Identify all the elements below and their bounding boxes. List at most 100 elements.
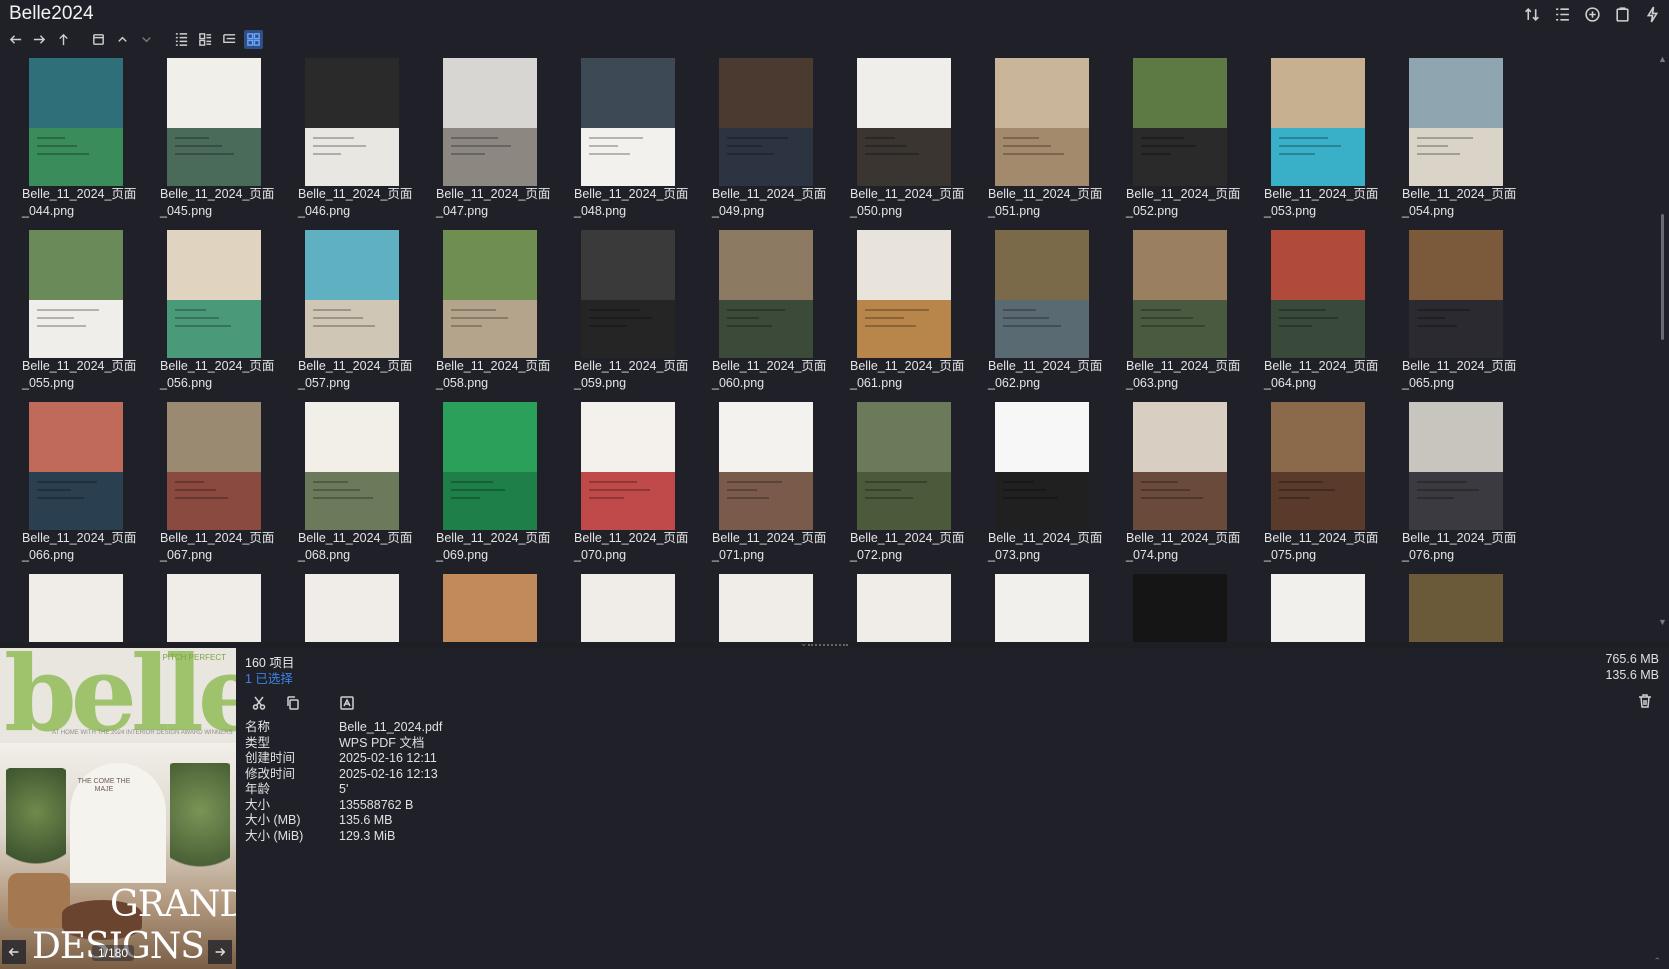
file-thumbnail [305,58,399,186]
file-tile[interactable]: Belle_11_2024_页面 _048.png [564,54,702,226]
file-tile[interactable]: Belle_11_2024_页面 _058.png [426,226,564,398]
file-tile[interactable] [564,570,702,642]
view-details-icon[interactable] [196,30,215,49]
file-tile[interactable]: Belle_11_2024_页面 _068.png [288,398,426,570]
up-arrow-icon[interactable] [54,30,73,49]
splitter-grip[interactable] [808,644,848,646]
file-tile[interactable]: Belle_11_2024_页面 _047.png [426,54,564,226]
file-tile[interactable]: Belle_11_2024_页面 _049.png [702,54,840,226]
rename-icon[interactable] [337,693,357,713]
file-tile[interactable]: Belle_11_2024_页面 _067.png [150,398,288,570]
view-tree-icon[interactable] [220,30,239,49]
back-arrow-icon[interactable] [6,30,25,49]
file-tile[interactable]: Belle_11_2024_页面 _066.png [12,398,150,570]
file-tile[interactable]: Belle_11_2024_页面 _062.png [978,226,1116,398]
file-tile[interactable] [1116,570,1254,642]
cover-chair [8,873,70,928]
view-list-icon[interactable] [172,30,191,49]
file-thumbnail [995,230,1089,358]
file-thumbnail [1133,402,1227,530]
file-tile[interactable] [1254,570,1392,642]
file-tile[interactable] [1392,570,1530,642]
file-thumbnail [857,58,951,186]
file-tile[interactable] [288,570,426,642]
preview-prev-button[interactable] [2,940,26,964]
vertical-scrollbar[interactable]: ▲ ▼ [1657,52,1669,642]
cover-plant-right [170,763,230,883]
file-name: Belle_11_2024_页面 _056.png [160,359,275,390]
file-thumbnail [443,58,537,186]
file-tile[interactable]: Belle_11_2024_页面 _072.png [840,398,978,570]
file-thumbnail [857,230,951,358]
file-tile[interactable] [978,570,1116,642]
chevron-up-icon[interactable] [113,30,132,49]
cut-icon[interactable] [249,693,269,713]
property-key: 修改时间 [245,766,296,781]
file-tile[interactable]: Belle_11_2024_页面 _063.png [1116,226,1254,398]
scrollbar-thumb[interactable] [1661,214,1664,340]
file-thumbnail [719,58,813,186]
selected-count[interactable]: 1 已选择 [245,668,293,687]
scroll-down-icon[interactable]: ▼ [1658,617,1667,627]
file-tile[interactable]: Belle_11_2024_页面 _065.png [1392,226,1530,398]
file-tile[interactable]: Belle_11_2024_页面 _055.png [12,226,150,398]
file-name: Belle_11_2024_页面 _068.png [298,531,413,562]
file-thumbnail [443,574,537,642]
file-tile[interactable]: Belle_11_2024_页面 _074.png [1116,398,1254,570]
file-name: Belle_11_2024_页面 _045.png [160,187,275,218]
file-thumbnail [167,402,261,530]
forward-arrow-icon[interactable] [30,30,49,49]
file-tile[interactable]: Belle_11_2024_页面 _069.png [426,398,564,570]
file-tile[interactable]: Belle_11_2024_页面 _050.png [840,54,978,226]
file-grid-area[interactable]: Belle_11_2024_页面 _044.png Belle_11_2024_页… [0,52,1658,642]
scroll-up-icon[interactable]: ▲ [1658,54,1667,64]
file-tile[interactable] [426,570,564,642]
file-tile[interactable]: Belle_11_2024_页面 _076.png [1392,398,1530,570]
file-thumbnail [167,574,261,642]
copy-icon[interactable] [283,693,303,713]
file-name: Belle_11_2024_页面 _046.png [298,187,413,218]
chevron-down-icon[interactable] [137,30,156,49]
file-tile[interactable]: Belle_11_2024_页面 _053.png [1254,54,1392,226]
file-tile[interactable]: Belle_11_2024_页面 _054.png [1392,54,1530,226]
file-tile[interactable] [702,570,840,642]
clipboard-icon[interactable] [1613,5,1631,23]
file-tile[interactable]: Belle_11_2024_页面 _070.png [564,398,702,570]
folder-history-icon[interactable] [89,30,108,49]
file-thumbnail [995,574,1089,642]
file-thumbnail [1409,58,1503,186]
file-tile[interactable]: Belle_11_2024_页面 _071.png [702,398,840,570]
file-tile[interactable] [150,570,288,642]
file-tile[interactable] [840,570,978,642]
view-grid-icon[interactable] [244,29,263,49]
file-tile[interactable]: Belle_11_2024_页面 _061.png [840,226,978,398]
file-tile[interactable]: Belle_11_2024_页面 _045.png [150,54,288,226]
file-name: Belle_11_2024_页面 _076.png [1402,531,1517,562]
file-tile[interactable]: Belle_11_2024_页面 _056.png [150,226,288,398]
add-circle-icon[interactable] [1583,5,1601,23]
magazine-logo: belle [4,648,236,755]
file-tile[interactable]: Belle_11_2024_页面 _059.png [564,226,702,398]
file-name: Belle_11_2024_页面 _048.png [574,187,689,218]
file-tile[interactable]: Belle_11_2024_页面 _052.png [1116,54,1254,226]
preview-next-button[interactable] [208,940,232,964]
file-thumbnail [719,230,813,358]
file-name: Belle_11_2024_页面 _061.png [850,359,965,390]
list-details-icon[interactable] [1553,5,1571,23]
property-value: 129.3 MiB [339,828,396,843]
file-tile[interactable]: Belle_11_2024_页面 _044.png [12,54,150,226]
file-tile[interactable]: Belle_11_2024_页面 _075.png [1254,398,1392,570]
file-tile[interactable] [12,570,150,642]
file-tile[interactable]: Belle_11_2024_页面 _073.png [978,398,1116,570]
trash-icon[interactable] [1637,693,1655,711]
file-tile[interactable]: Belle_11_2024_页面 _064.png [1254,226,1392,398]
file-tile[interactable]: Belle_11_2024_页面 _060.png [702,226,840,398]
file-tile[interactable]: Belle_11_2024_页面 _057.png [288,226,426,398]
arrow-right-icon [215,948,226,956]
file-name: Belle_11_2024_页面 _065.png [1402,359,1517,390]
bolt-icon[interactable] [1643,5,1661,23]
file-tile[interactable]: Belle_11_2024_页面 _046.png [288,54,426,226]
file-name: Belle_11_2024_页面 _074.png [1126,531,1241,562]
file-tile[interactable]: Belle_11_2024_页面 _051.png [978,54,1116,226]
sort-icon[interactable] [1523,5,1541,23]
